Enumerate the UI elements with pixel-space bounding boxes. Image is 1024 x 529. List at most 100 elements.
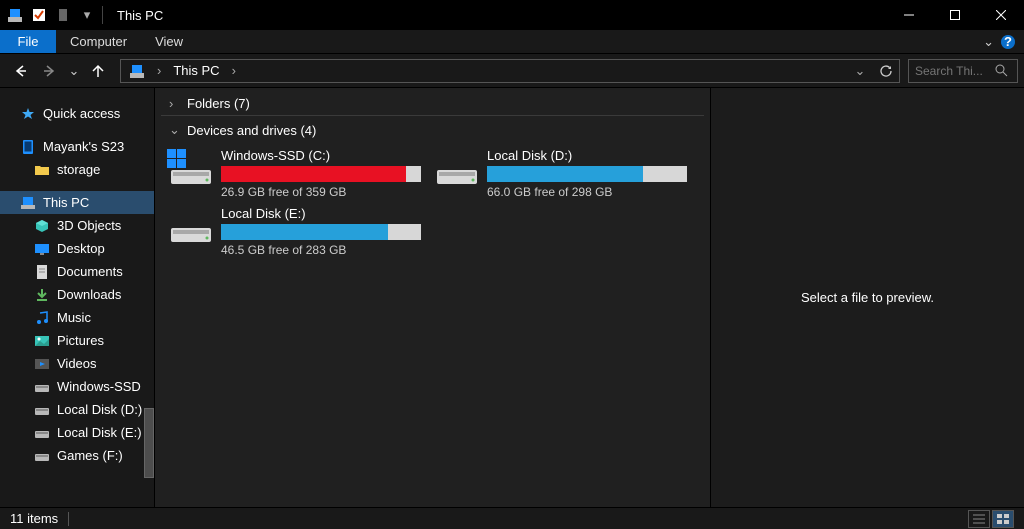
tree-child-4[interactable]: Music bbox=[0, 306, 154, 329]
label: Local Disk (E:) bbox=[57, 425, 142, 440]
group-label: Devices and drives (4) bbox=[187, 123, 316, 138]
tab-computer[interactable]: Computer bbox=[56, 30, 141, 53]
app-icon bbox=[6, 6, 24, 24]
group-folders[interactable]: › Folders (7) bbox=[161, 92, 704, 116]
tree-child-10[interactable]: Games (F:) bbox=[0, 444, 154, 467]
label: storage bbox=[57, 162, 100, 177]
refresh-button[interactable] bbox=[873, 60, 899, 82]
tab-view[interactable]: View bbox=[141, 30, 197, 53]
drive-freespace: 46.5 GB free of 283 GB bbox=[221, 243, 427, 257]
label: Quick access bbox=[43, 106, 120, 121]
chevron-right-icon[interactable]: › bbox=[153, 63, 165, 78]
tree-this-pc[interactable]: This PC bbox=[0, 191, 154, 214]
label: Videos bbox=[57, 356, 97, 371]
tree-child-9[interactable]: Local Disk (E:) bbox=[0, 421, 154, 444]
drive-1[interactable]: Local Disk (D:)66.0 GB free of 298 GB bbox=[431, 144, 697, 202]
chevron-down-icon: ⌄ bbox=[169, 122, 179, 138]
preview-pane: Select a file to preview. bbox=[710, 88, 1024, 507]
chevron-right-icon: › bbox=[169, 96, 179, 111]
item-icon bbox=[34, 310, 50, 326]
label: Music bbox=[57, 310, 91, 325]
separator bbox=[68, 512, 69, 526]
item-icon bbox=[34, 264, 50, 280]
drive-name: Local Disk (D:) bbox=[487, 148, 693, 163]
item-icon bbox=[34, 241, 50, 257]
pc-icon bbox=[20, 195, 36, 211]
view-details-button[interactable] bbox=[968, 510, 990, 528]
label: Desktop bbox=[57, 241, 105, 256]
tree-child-1[interactable]: Desktop bbox=[0, 237, 154, 260]
tree-child-3[interactable]: Downloads bbox=[0, 283, 154, 306]
qat-newfolder-icon[interactable] bbox=[54, 6, 72, 24]
chevron-right-icon[interactable]: › bbox=[228, 63, 240, 78]
item-count: 11 items bbox=[10, 511, 58, 526]
ribbon: File Computer View ⌄ ? bbox=[0, 30, 1024, 54]
ribbon-expand-icon[interactable]: ⌄ bbox=[983, 34, 994, 50]
tree-child-2[interactable]: Documents bbox=[0, 260, 154, 283]
nav-bar: ⌄ › This PC › ⌄ bbox=[0, 54, 1024, 88]
group-label: Folders (7) bbox=[187, 96, 250, 111]
folder-icon bbox=[34, 162, 50, 178]
drive-2[interactable]: Local Disk (E:) 46.5 GB free of 283 GB bbox=[165, 202, 431, 260]
address-bar[interactable]: › This PC › ⌄ bbox=[120, 59, 900, 83]
label: This PC bbox=[43, 195, 89, 210]
item-icon bbox=[34, 448, 50, 464]
item-icon bbox=[34, 402, 50, 418]
tree-quick-access[interactable]: Quick access bbox=[0, 102, 154, 125]
label: Documents bbox=[57, 264, 123, 279]
group-drives[interactable]: ⌄ Devices and drives (4) bbox=[161, 118, 704, 142]
tree-phone[interactable]: Mayank's S23 bbox=[0, 135, 154, 158]
qat-dropdown-icon[interactable]: ▾ bbox=[78, 6, 96, 24]
drive-freespace: 26.9 GB free of 359 GB bbox=[221, 185, 427, 199]
search-input[interactable] bbox=[915, 64, 991, 78]
preview-hint: Select a file to preview. bbox=[801, 290, 934, 305]
separator bbox=[102, 6, 103, 24]
drive-icon bbox=[169, 209, 213, 253]
tree-storage[interactable]: storage bbox=[0, 158, 154, 181]
phone-icon bbox=[20, 139, 36, 155]
item-icon bbox=[34, 379, 50, 395]
help-icon[interactable]: ? bbox=[1000, 34, 1016, 50]
label: 3D Objects bbox=[57, 218, 121, 233]
usage-bar bbox=[487, 166, 687, 182]
label: Local Disk (D:) bbox=[57, 402, 142, 417]
content-pane: › Folders (7) ⌄ Devices and drives (4) W… bbox=[155, 88, 710, 507]
qat-properties-icon[interactable] bbox=[30, 6, 48, 24]
tree-child-0[interactable]: 3D Objects bbox=[0, 214, 154, 237]
back-button[interactable] bbox=[6, 58, 34, 84]
close-button[interactable] bbox=[978, 0, 1024, 30]
svg-text:?: ? bbox=[1004, 34, 1012, 49]
tree-child-7[interactable]: Windows-SSD bbox=[0, 375, 154, 398]
drive-icon bbox=[169, 151, 213, 195]
recent-dropdown[interactable]: ⌄ bbox=[66, 58, 82, 84]
drive-0[interactable]: Windows-SSD (C:)26.9 GB free of 359 GB bbox=[165, 144, 431, 202]
item-icon bbox=[34, 333, 50, 349]
title-bar: ▾ This PC bbox=[0, 0, 1024, 30]
forward-button[interactable] bbox=[36, 58, 64, 84]
item-icon bbox=[34, 425, 50, 441]
minimize-button[interactable] bbox=[886, 0, 932, 30]
label: Downloads bbox=[57, 287, 121, 302]
window-title: This PC bbox=[109, 8, 163, 23]
up-button[interactable] bbox=[84, 58, 112, 84]
tree-child-5[interactable]: Pictures bbox=[0, 329, 154, 352]
tree-child-8[interactable]: Local Disk (D:) bbox=[0, 398, 154, 421]
usage-bar bbox=[221, 224, 421, 240]
star-icon bbox=[20, 106, 36, 122]
nav-tree: Quick access Mayank's S23 storage This P… bbox=[0, 88, 155, 507]
drive-name: Local Disk (E:) bbox=[221, 206, 427, 221]
tree-scrollbar[interactable] bbox=[142, 88, 154, 507]
tree-child-6[interactable]: Videos bbox=[0, 352, 154, 375]
view-tiles-button[interactable] bbox=[992, 510, 1014, 528]
addr-dropdown[interactable]: ⌄ bbox=[847, 60, 873, 82]
drive-icon bbox=[435, 151, 479, 195]
item-icon bbox=[34, 287, 50, 303]
crumb-thispc[interactable]: This PC bbox=[165, 60, 227, 82]
crumb-root[interactable] bbox=[121, 60, 153, 82]
file-tab[interactable]: File bbox=[0, 30, 56, 53]
search-box[interactable] bbox=[908, 59, 1018, 83]
status-bar: 11 items bbox=[0, 507, 1024, 529]
label: Games (F:) bbox=[57, 448, 123, 463]
maximize-button[interactable] bbox=[932, 0, 978, 30]
label: Mayank's S23 bbox=[43, 139, 124, 154]
